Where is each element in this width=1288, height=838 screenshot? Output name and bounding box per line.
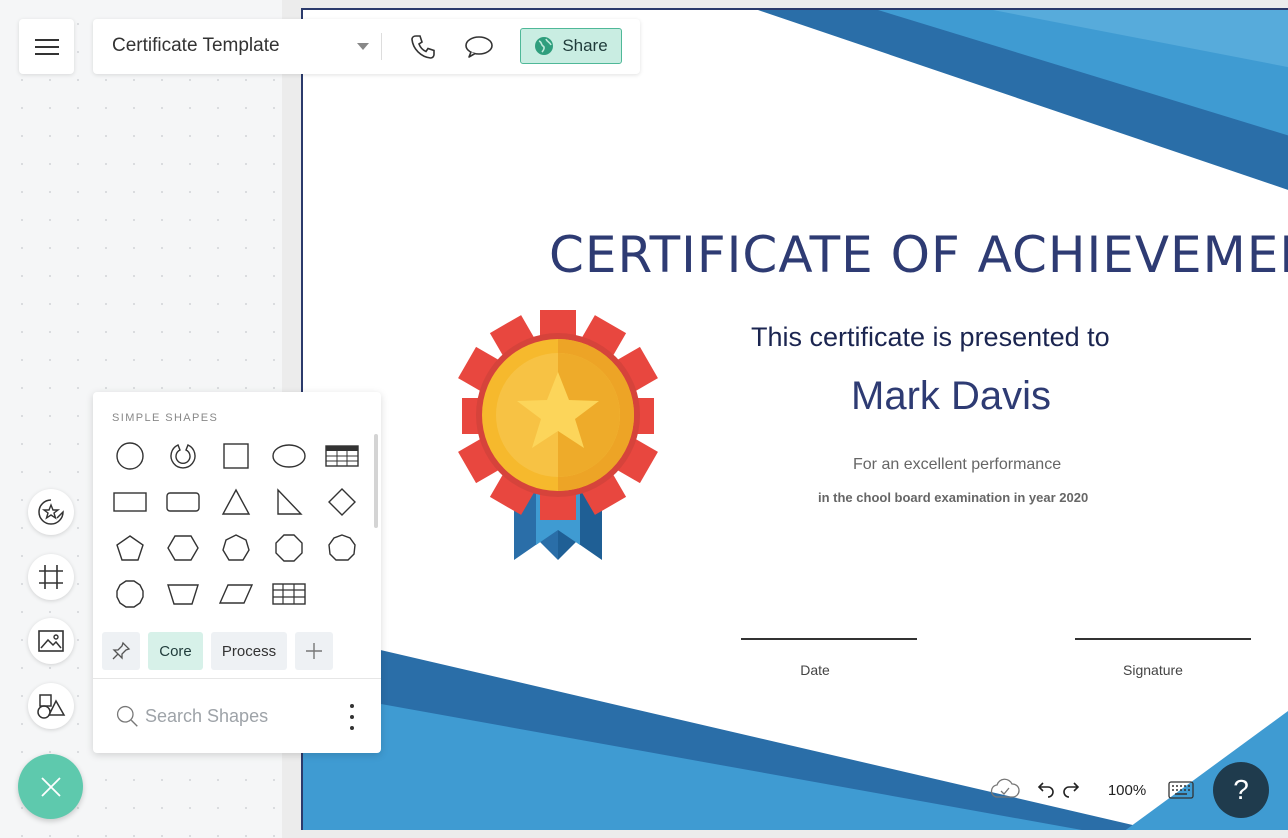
frames-button[interactable]	[28, 554, 74, 600]
pentagon-icon	[116, 535, 144, 561]
shape-right-triangle[interactable]	[266, 482, 312, 522]
diamond-icon	[328, 488, 356, 516]
phone-icon[interactable]	[409, 33, 437, 61]
close-panel-button[interactable]	[18, 754, 83, 819]
undo-icon[interactable]	[1034, 781, 1056, 799]
shape-partial-circle[interactable]	[160, 436, 206, 476]
shape-square[interactable]	[213, 436, 259, 476]
search-icon	[116, 705, 138, 727]
shape-ellipse[interactable]	[266, 436, 312, 476]
shape-grid[interactable]	[266, 574, 312, 614]
image-icon	[38, 630, 64, 652]
shape-trapezoid[interactable]	[160, 574, 206, 614]
signature-label[interactable]: Signature	[1065, 662, 1241, 678]
search-shapes-input[interactable]	[145, 705, 345, 727]
add-library-button[interactable]	[295, 632, 333, 670]
triangle-icon	[221, 488, 251, 515]
shape-hexagon[interactable]	[160, 528, 206, 568]
presented-to-text[interactable]: This certificate is presented to	[751, 322, 1110, 353]
parallelogram-icon	[218, 584, 254, 604]
grid-icon	[272, 583, 306, 605]
shape-diamond[interactable]	[319, 482, 365, 522]
bottom-right-band-light	[1125, 711, 1288, 830]
search-shapes-box	[115, 701, 345, 731]
reason-text[interactable]: For an excellent performance	[853, 456, 1061, 474]
panel-scrollbar[interactable]	[374, 434, 378, 528]
recipient-name[interactable]: Mark Davis	[851, 374, 1051, 419]
date-label[interactable]: Date	[727, 662, 903, 678]
redo-icon[interactable]	[1061, 781, 1083, 799]
shape-parallelogram[interactable]	[213, 574, 259, 614]
shapes-button[interactable]	[28, 683, 74, 729]
shape-pentagon[interactable]	[107, 528, 153, 568]
shape-rectangle[interactable]	[107, 482, 153, 522]
panel-separator	[93, 678, 381, 679]
keyboard-icon[interactable]	[1168, 781, 1194, 799]
zoom-level[interactable]: 100%	[1098, 774, 1156, 806]
shape-heptagon[interactable]	[213, 528, 259, 568]
certificate-background	[303, 10, 1288, 830]
hexagon-icon	[167, 535, 199, 561]
shape-octagon[interactable]	[266, 528, 312, 568]
help-button[interactable]: ?	[1213, 762, 1269, 818]
main-menu-button[interactable]	[19, 19, 74, 74]
decagon-icon	[116, 580, 144, 608]
tab-process[interactable]: Process	[211, 632, 287, 670]
octagon-icon	[275, 534, 303, 562]
tab-core[interactable]: Core	[148, 632, 203, 670]
shape-rounded-rectangle[interactable]	[160, 482, 206, 522]
stickers-button[interactable]	[28, 489, 74, 535]
medal-icon[interactable]	[458, 310, 658, 570]
panel-heading: SIMPLE SHAPES	[112, 412, 219, 424]
shape-table[interactable]	[319, 436, 365, 476]
share-label: Share	[562, 36, 608, 55]
partial-circle-icon	[170, 444, 196, 469]
circle-icon	[116, 442, 144, 470]
frame-icon	[39, 565, 63, 589]
right-triangle-icon	[277, 488, 303, 515]
share-button[interactable]: Share	[520, 28, 622, 64]
shapes-icon	[37, 694, 66, 719]
certificate-page[interactable]: CERTIFICATE OF ACHIEVEMENT This certific…	[301, 8, 1288, 830]
signature-line	[1075, 638, 1251, 640]
trapezoid-icon	[167, 584, 199, 605]
toolbar-divider	[381, 33, 382, 60]
close-icon	[40, 776, 61, 797]
certificate-title[interactable]: CERTIFICATE OF ACHIEVEMENT	[549, 226, 1288, 284]
shape-circle[interactable]	[107, 436, 153, 476]
images-button[interactable]	[28, 618, 74, 664]
shape-nonagon[interactable]	[319, 528, 365, 568]
table-icon	[325, 445, 359, 467]
pin-icon	[112, 641, 131, 660]
cloud-saved-icon[interactable]	[990, 778, 1020, 800]
shapes-panel: SIMPLE SHAPES Core Process Search Shapes	[93, 392, 381, 753]
title-dropdown-icon[interactable]	[357, 43, 369, 50]
rounded-rectangle-icon	[166, 492, 200, 512]
shape-triangle[interactable]	[213, 482, 259, 522]
ellipse-icon	[272, 444, 306, 468]
globe-icon	[535, 37, 554, 55]
rectangle-icon	[113, 492, 147, 512]
plus-icon	[306, 643, 322, 659]
chat-icon[interactable]	[464, 35, 494, 59]
pin-library-button[interactable]	[102, 632, 140, 670]
document-title[interactable]: Certificate Template	[112, 35, 280, 57]
more-options-icon[interactable]	[348, 704, 356, 730]
top-toolbar: Certificate Template Share	[93, 19, 640, 74]
date-line	[741, 638, 917, 640]
heptagon-icon	[222, 534, 250, 561]
nonagon-icon	[328, 534, 356, 561]
detail-text[interactable]: in the chool board examination in year 2…	[818, 490, 1088, 505]
sticker-icon	[38, 499, 64, 525]
hamburger-icon	[34, 38, 59, 55]
shape-decagon[interactable]	[107, 574, 153, 614]
square-icon	[223, 443, 249, 469]
